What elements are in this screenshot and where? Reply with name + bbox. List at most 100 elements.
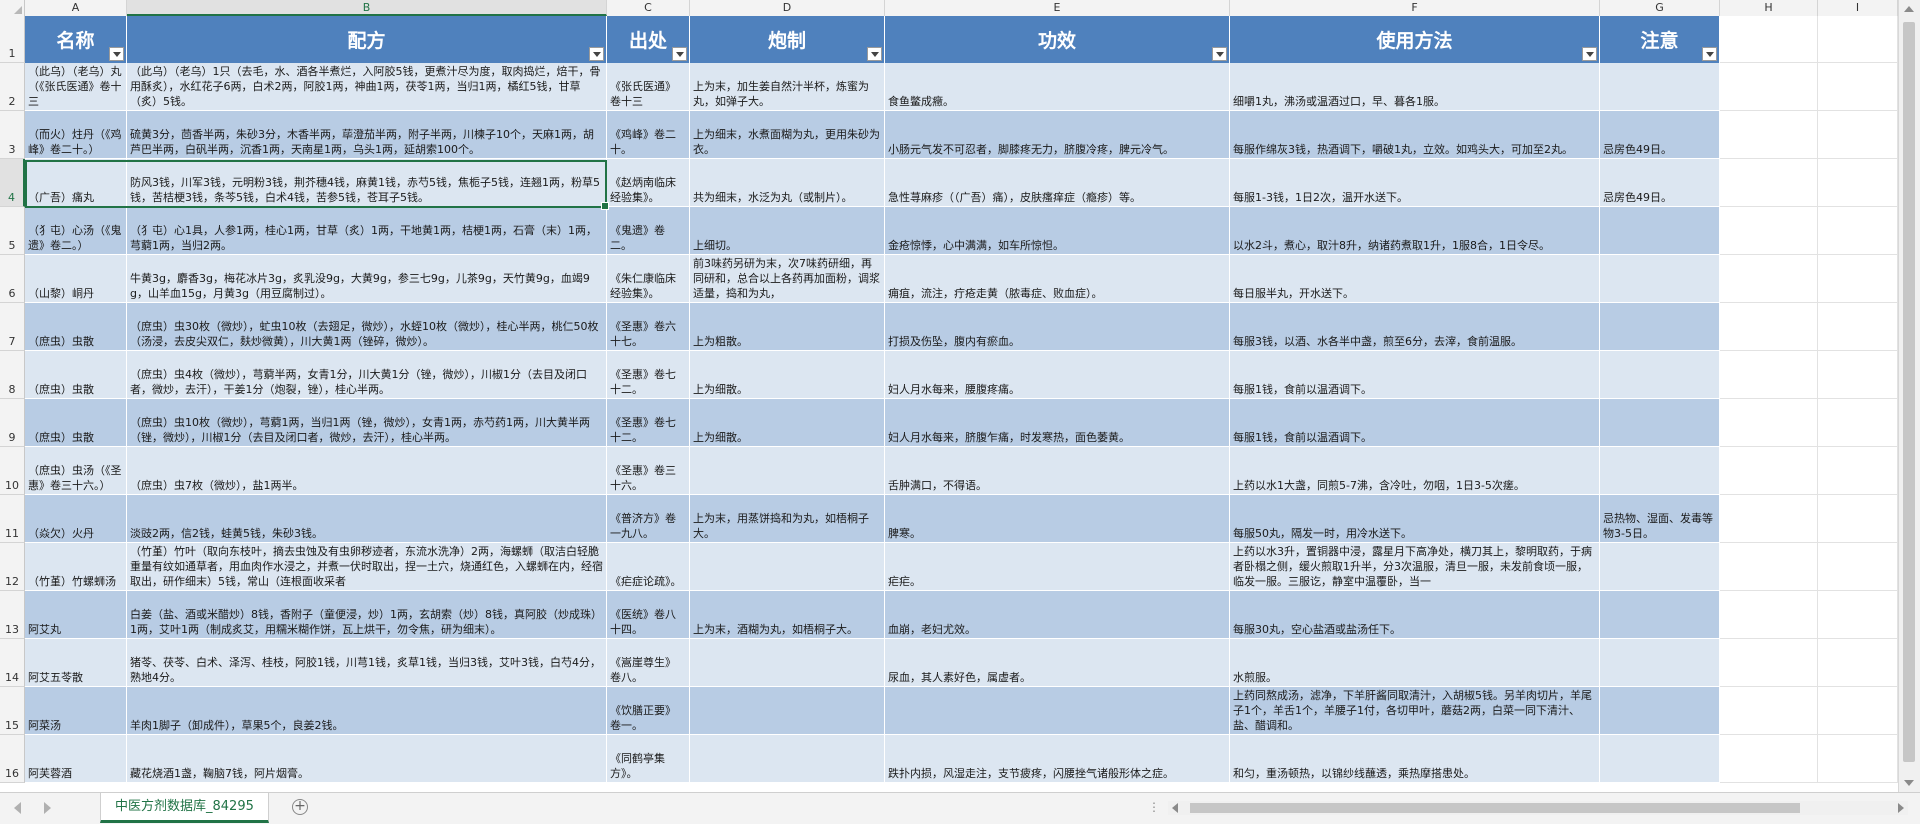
empty-cell[interactable]	[1818, 495, 1898, 543]
cell-usage[interactable]: 水煎服。	[1230, 639, 1600, 687]
row-header-10[interactable]: 10	[0, 447, 25, 495]
row-header-6[interactable]: 6	[0, 255, 25, 303]
column-header-h[interactable]: H	[1720, 0, 1818, 16]
cell-usage[interactable]: 和匀，重汤顿热，以锦纱线蘸透，乘热摩搭患处。	[1230, 735, 1600, 783]
vertical-scrollbar[interactable]	[1898, 0, 1920, 792]
empty-cell[interactable]	[1720, 687, 1818, 735]
cell-usage[interactable]: 细嚼1丸，沸汤或温酒过口，早、暮各1服。	[1230, 63, 1600, 111]
row-header-3[interactable]: 3	[0, 111, 25, 159]
cell-usage[interactable]: 每服1钱，食前以温酒调下。	[1230, 399, 1600, 447]
empty-cell[interactable]	[1818, 255, 1898, 303]
cell-formula[interactable]: （庶虫）虫7枚（微炒），盐1两半。	[127, 447, 607, 495]
column-header-i[interactable]: I	[1818, 0, 1898, 16]
column-header-c[interactable]: C	[607, 0, 690, 16]
cell-formula[interactable]: （竹堇）竹叶（取向东枝叶，摘去虫蚀及有虫卵秽迹者，东流水洗净）2两，海螺蛳（取洁…	[127, 543, 607, 591]
cell-caution[interactable]: 忌热物、湿面、发毒等物3-5日。	[1600, 495, 1720, 543]
row-header-5[interactable]: 5	[0, 207, 25, 255]
scroll-up-icon[interactable]	[1904, 6, 1914, 12]
cell-formula[interactable]: 防风3钱，川军3钱，元明粉3钱，荆芥穗4钱，麻黄1钱，赤芍5钱，焦栀子5钱，连翘…	[127, 159, 607, 207]
cell-name[interactable]: （庶虫）虫散	[25, 351, 127, 399]
cell-formula[interactable]: （庶虫）虫10枚（微炒），芎藭1两，当归1两（锉，微炒），女青1两，赤芍药1两，…	[127, 399, 607, 447]
empty-cell[interactable]	[1720, 591, 1818, 639]
cell-usage[interactable]: 每服作绵灰3钱，热酒调下，嚼破1丸，立效。如鸡头大，可加至2丸。	[1230, 111, 1600, 159]
prev-sheet-icon[interactable]	[14, 802, 21, 814]
empty-cell[interactable]	[1818, 735, 1898, 783]
cell-processing[interactable]: 上为粗散。	[690, 303, 885, 351]
spreadsheet-grid[interactable]: ABCDEFGHI 1 2 3 4 5 6 7 8 9 10 11 12 13 14 15 16 名称 配方 出处…	[0, 0, 1898, 792]
cell-source[interactable]: 《圣惠》卷七十二。	[607, 351, 690, 399]
row-header-15[interactable]: 15	[0, 687, 25, 735]
cell-effect[interactable]: 急性荨麻疹（（广吾）痛），皮肤瘙痒症（瘾疹）等。	[885, 159, 1230, 207]
empty-cell[interactable]	[1720, 255, 1818, 303]
column-header-d[interactable]: D	[690, 0, 885, 16]
scroll-left-icon[interactable]	[1172, 803, 1178, 813]
header-cell-formula[interactable]: 配方	[127, 16, 607, 63]
cell-caution[interactable]: 忌房色49日。	[1600, 159, 1720, 207]
cell-effect[interactable]: 疟疟。	[885, 543, 1230, 591]
cell-name[interactable]: （此乌）（老乌）丸（《张氏医通》卷十三	[25, 63, 127, 111]
cell-processing[interactable]: 上为末，用蒸饼捣和为丸，如梧桐子大。	[690, 495, 885, 543]
cell-processing[interactable]: 上为末，酒糊为丸，如梧桐子大。	[690, 591, 885, 639]
cell-caution[interactable]	[1600, 351, 1720, 399]
cell-source[interactable]: 《疟症论疏》。	[607, 543, 690, 591]
cell-source[interactable]: 《饮膳正要》卷一。	[607, 687, 690, 735]
empty-cell[interactable]	[1720, 447, 1818, 495]
cell-processing[interactable]: 上细切。	[690, 207, 885, 255]
cell-effect[interactable]: 妇人月水每来，腰腹疼痛。	[885, 351, 1230, 399]
row-header-11[interactable]: 11	[0, 495, 25, 543]
cell-effect[interactable]: 跌扑内损，风湿走注，支节疲疼，闪腰挫气诸般形体之症。	[885, 735, 1230, 783]
header-cell-name[interactable]: 名称	[25, 16, 127, 63]
cell-effect[interactable]: 血崩，老妇尤效。	[885, 591, 1230, 639]
cell-usage[interactable]: 每日服半丸，开水送下。	[1230, 255, 1600, 303]
cell-effect[interactable]: 脾寒。	[885, 495, 1230, 543]
filter-dropdown-icon[interactable]	[1582, 47, 1597, 61]
next-sheet-icon[interactable]	[44, 802, 51, 814]
add-sheet-icon[interactable]: +	[292, 799, 308, 815]
cell-caution[interactable]	[1600, 687, 1720, 735]
header-cell-processing[interactable]: 炮制	[690, 16, 885, 63]
cell-name[interactable]: 阿芙蓉酒	[25, 735, 127, 783]
cell-effect[interactable]: 打损及伤坠，腹内有瘀血。	[885, 303, 1230, 351]
cell-formula[interactable]: 牛黄3g，麝香3g，梅花冰片3g，炙乳没9g，大黄9g，参三七9g，儿茶9g，天…	[127, 255, 607, 303]
cell-name[interactable]: （竹堇）竹螺蛳汤	[25, 543, 127, 591]
row-header-2[interactable]: 2	[0, 63, 25, 111]
cell-processing[interactable]: 上为末，加生姜自然汁半杯，炼蜜为丸，如弹子大。	[690, 63, 885, 111]
filter-dropdown-icon[interactable]	[589, 47, 604, 61]
horizontal-scrollbar[interactable]	[1168, 801, 1908, 815]
cell-source[interactable]: 《圣惠》卷七十二。	[607, 399, 690, 447]
cell-usage[interactable]: 上药以水3升，置铜器中浸，露星月下高净处，横刀其上，黎明取药，于病者卧榻之侧，缓…	[1230, 543, 1600, 591]
filter-dropdown-icon[interactable]	[1212, 47, 1227, 61]
sheet-tab-active[interactable]: 中医方剂数据库_84295	[100, 793, 269, 823]
filter-dropdown-icon[interactable]	[1702, 47, 1717, 61]
cell-caution[interactable]	[1600, 207, 1720, 255]
empty-cell[interactable]	[1720, 639, 1818, 687]
cell-name[interactable]: 阿艾丸	[25, 591, 127, 639]
cell-processing[interactable]	[690, 735, 885, 783]
cell-formula[interactable]: 淡豉2两，信2钱，蛙黄5钱，朱砂3钱。	[127, 495, 607, 543]
cell-processing[interactable]: 共为细末，水泛为丸（或制片）。	[690, 159, 885, 207]
empty-cell[interactable]	[1720, 159, 1818, 207]
cell-source[interactable]: 《嵩崖尊生》卷八。	[607, 639, 690, 687]
cell-source[interactable]: 《鸡峰》卷二十。	[607, 111, 690, 159]
column-header-b[interactable]: B	[127, 0, 607, 16]
cell-processing[interactable]: 上为细散。	[690, 399, 885, 447]
cell-source[interactable]: 《圣惠》卷三十六。	[607, 447, 690, 495]
cell-processing[interactable]: 前3味药另研为末，次7味药研细，再同研和，总合以上各药再加面粉，调浆适量，捣和为…	[690, 255, 885, 303]
empty-cell[interactable]	[1720, 63, 1818, 111]
cell-effect[interactable]: 痈疽，流注，疔疮走黄（脓毒症、败血症）。	[885, 255, 1230, 303]
empty-cell[interactable]	[1720, 399, 1818, 447]
empty-cell[interactable]	[1720, 111, 1818, 159]
empty-cell[interactable]	[1818, 447, 1898, 495]
cell-usage[interactable]: 每服30丸，空心盐酒或盐汤任下。	[1230, 591, 1600, 639]
empty-cell[interactable]	[1720, 543, 1818, 591]
horizontal-scroll-thumb[interactable]	[1190, 803, 1800, 813]
row-header-7[interactable]: 7	[0, 303, 25, 351]
cell-formula[interactable]: 羊肉1脚子（卸成件），草果5个，良姜2钱。	[127, 687, 607, 735]
cell-usage[interactable]: 上药以水1大盏，同煎5-7沸，含冷吐，勿咽，1日3-5次瘥。	[1230, 447, 1600, 495]
cell-source[interactable]: 《朱仁康临床经验集》。	[607, 255, 690, 303]
cell-name[interactable]: （庶虫）虫散	[25, 399, 127, 447]
tab-split-handle-icon[interactable]: ⋮	[1148, 800, 1160, 814]
select-all-corner[interactable]	[0, 0, 25, 16]
empty-cell[interactable]	[1720, 303, 1818, 351]
cell-caution[interactable]	[1600, 639, 1720, 687]
